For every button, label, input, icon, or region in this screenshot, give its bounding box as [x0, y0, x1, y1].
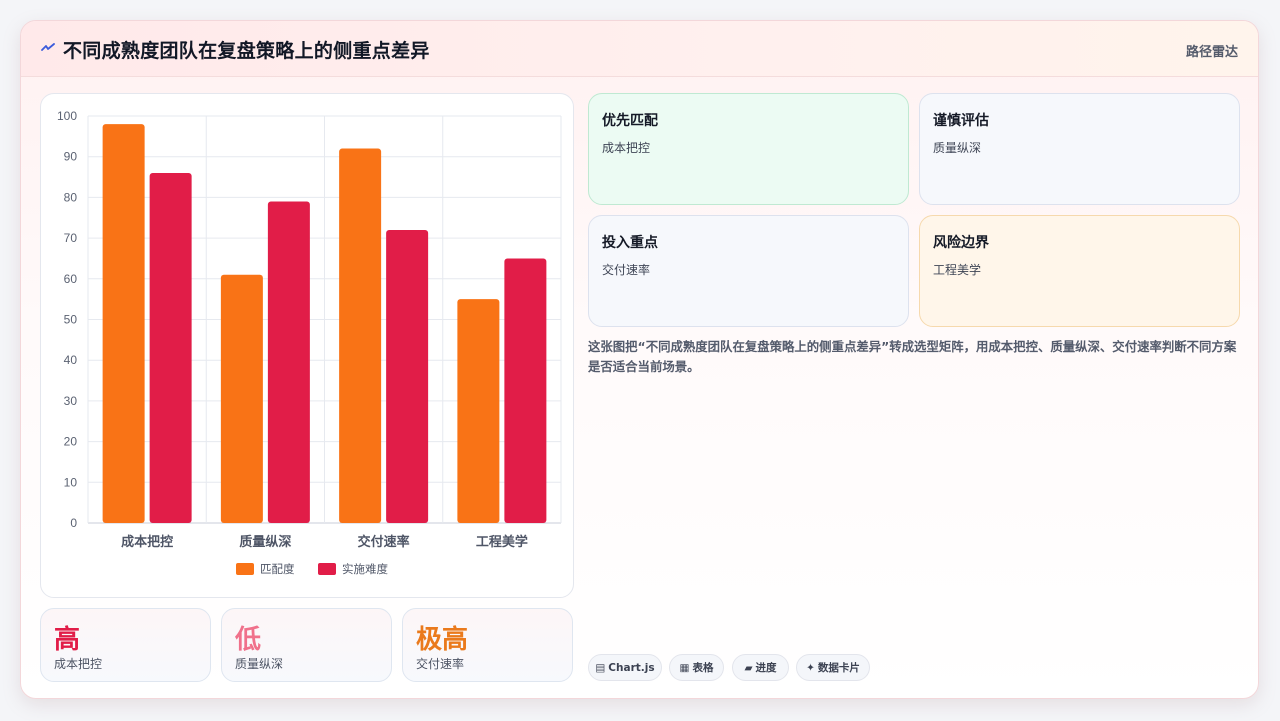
grid-icon: ▦: [679, 661, 690, 674]
sparkle-icon: ✦: [806, 661, 815, 674]
bar-difficulty[interactable]: [386, 229, 429, 523]
y-tick-label: 0: [70, 516, 77, 530]
y-tick-label: 20: [64, 435, 78, 449]
main-card: 不同成熟度团队在复盘策略上的侧重点差异 路径雷达 0 10 20 30 40 50 60 70…: [20, 20, 1259, 699]
tag-table[interactable]: ▦ 表格: [669, 654, 724, 681]
tile-priority-match[interactable]: 优先匹配 成本把控: [588, 93, 909, 205]
tag-chartjs[interactable]: ▤ Chart.js: [588, 654, 662, 681]
legend-label: 实施难度: [342, 562, 388, 576]
y-tick-label: 10: [64, 475, 78, 489]
stat-label: 质量纵深: [235, 657, 284, 671]
stat-label: 交付速率: [416, 657, 465, 671]
bar-difficulty[interactable]: [504, 258, 547, 523]
tile-title: 投入重点: [602, 235, 658, 251]
tile-subtitle: 交付速率: [602, 263, 651, 277]
tag-label: 数据卡片: [817, 662, 860, 674]
tag-label: 进度: [755, 662, 777, 674]
bar-difficulty[interactable]: [149, 172, 192, 523]
progress-icon: ▰: [744, 661, 753, 674]
y-tick-label: 100: [57, 109, 77, 123]
tile-risk-boundary[interactable]: 风险边界 工程美学: [919, 215, 1240, 327]
stat-card-quality: 低 质量纵深: [221, 608, 392, 682]
tile-investment-focus[interactable]: 投入重点 交付速率: [588, 215, 909, 327]
x-tick-label: 成本把控: [121, 534, 173, 549]
tile-title: 风险边界: [933, 235, 989, 251]
stat-card-cost: 高 成本把控: [40, 608, 211, 682]
stat-value: 低: [235, 625, 262, 655]
bar-match[interactable]: [220, 274, 263, 523]
tile-subtitle: 成本把控: [602, 141, 651, 155]
x-tick-label: 质量纵深: [239, 534, 291, 549]
y-tick-label: 60: [64, 272, 78, 286]
spark-icon: [41, 43, 55, 51]
tile-title: 谨慎评估: [933, 113, 989, 129]
legend-label: 匹配度: [260, 562, 295, 576]
tile-subtitle: 质量纵深: [933, 141, 982, 155]
bar-match[interactable]: [102, 124, 145, 523]
stat-label: 成本把控: [54, 657, 103, 671]
tag-progress[interactable]: ▰ 进度: [732, 654, 789, 681]
y-tick-label: 50: [64, 313, 78, 327]
y-tick-label: 40: [64, 353, 78, 367]
legend-swatch: [236, 563, 254, 575]
table-icon: ▤: [595, 661, 606, 674]
chart-description: 这张图把“不同成熟度团队在复盘策略上的侧重点差异”转成选型矩阵，用成本把控、质量…: [588, 339, 1237, 374]
tag-data-card[interactable]: ✦ 数据卡片: [796, 654, 870, 681]
bar-match[interactable]: [457, 299, 500, 523]
bar-difficulty[interactable]: [267, 201, 310, 523]
tile-title: 优先匹配: [602, 113, 658, 129]
bar-chart: 0 10 20 30 40 50 60 70 80 90 100 成本把控 质量纵深 交付速率 工程美学匹配…: [57, 109, 562, 576]
tag-label: 表格: [692, 662, 714, 674]
tile-careful-evaluation[interactable]: 谨慎评估 质量纵深: [919, 93, 1240, 205]
page-title: 不同成熟度团队在复盘策略上的侧重点差异: [63, 40, 430, 62]
y-tick-label: 90: [64, 150, 78, 164]
view-mode-label[interactable]: 路径雷达: [1186, 41, 1238, 60]
x-tick-label: 工程美学: [476, 534, 528, 549]
x-tick-label: 交付速率: [358, 534, 410, 549]
legend-swatch: [318, 563, 336, 575]
stat-card-delivery: 极高 交付速率: [402, 608, 573, 682]
bar-match[interactable]: [339, 148, 382, 523]
stat-value: 极高: [416, 625, 469, 655]
y-tick-label: 30: [64, 394, 78, 408]
stat-value: 高: [54, 625, 81, 655]
y-tick-label: 70: [64, 231, 78, 245]
header-bar: 不同成熟度团队在复盘策略上的侧重点差异 路径雷达: [21, 21, 1258, 77]
y-tick-label: 80: [64, 190, 78, 204]
chart-panel: 0 10 20 30 40 50 60 70 80 90 100 成本把控 质量纵深 交付速率 工程美学匹配…: [40, 93, 574, 598]
tile-subtitle: 工程美学: [933, 263, 982, 277]
tag-label: Chart.js: [608, 661, 655, 674]
